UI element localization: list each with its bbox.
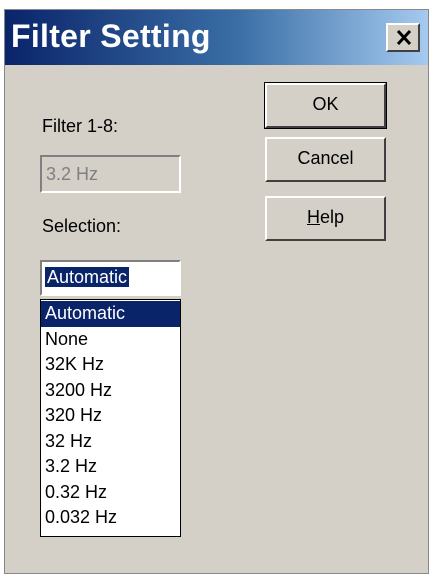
help-label-rest: elp — [319, 207, 345, 227]
list-item[interactable]: Automatic — [41, 301, 180, 327]
cancel-button[interactable]: Cancel — [265, 137, 386, 182]
selection-label: Selection: — [42, 216, 122, 236]
selection-dropdown-list[interactable]: Automatic None 32K Hz 3200 Hz 320 Hz 32 Hz 3.2… — [40, 299, 181, 537]
list-item[interactable]: 0.032 Hz — [41, 505, 180, 531]
list-item[interactable]: None — [41, 327, 180, 353]
selection-combo-input[interactable]: Automatic — [40, 260, 181, 296]
help-button[interactable]: Help — [265, 196, 386, 241]
list-item[interactable]: 32K Hz — [41, 352, 180, 378]
close-button[interactable] — [386, 23, 420, 52]
dialog-title: Filter Setting — [11, 18, 211, 54]
filter-value-field: 3.2 Hz — [40, 155, 181, 193]
filter-setting-dialog: Filter Setting Filter 1-8: 3.2 Hz Select… — [4, 9, 429, 574]
ok-button[interactable]: OK — [264, 82, 387, 129]
title-bar[interactable]: Filter Setting — [5, 10, 428, 65]
list-item[interactable]: 0.32 Hz — [41, 480, 180, 506]
filter-label: Filter 1-8: — [42, 116, 119, 136]
list-item[interactable]: 3.2 Hz — [41, 454, 180, 480]
list-item[interactable]: 32 Hz — [41, 429, 180, 455]
list-item[interactable]: 320 Hz — [41, 403, 180, 429]
help-accelerator: H — [306, 207, 320, 227]
list-item[interactable]: 3200 Hz — [41, 378, 180, 404]
selection-current-value: Automatic — [45, 267, 130, 287]
close-x-icon — [396, 30, 412, 45]
